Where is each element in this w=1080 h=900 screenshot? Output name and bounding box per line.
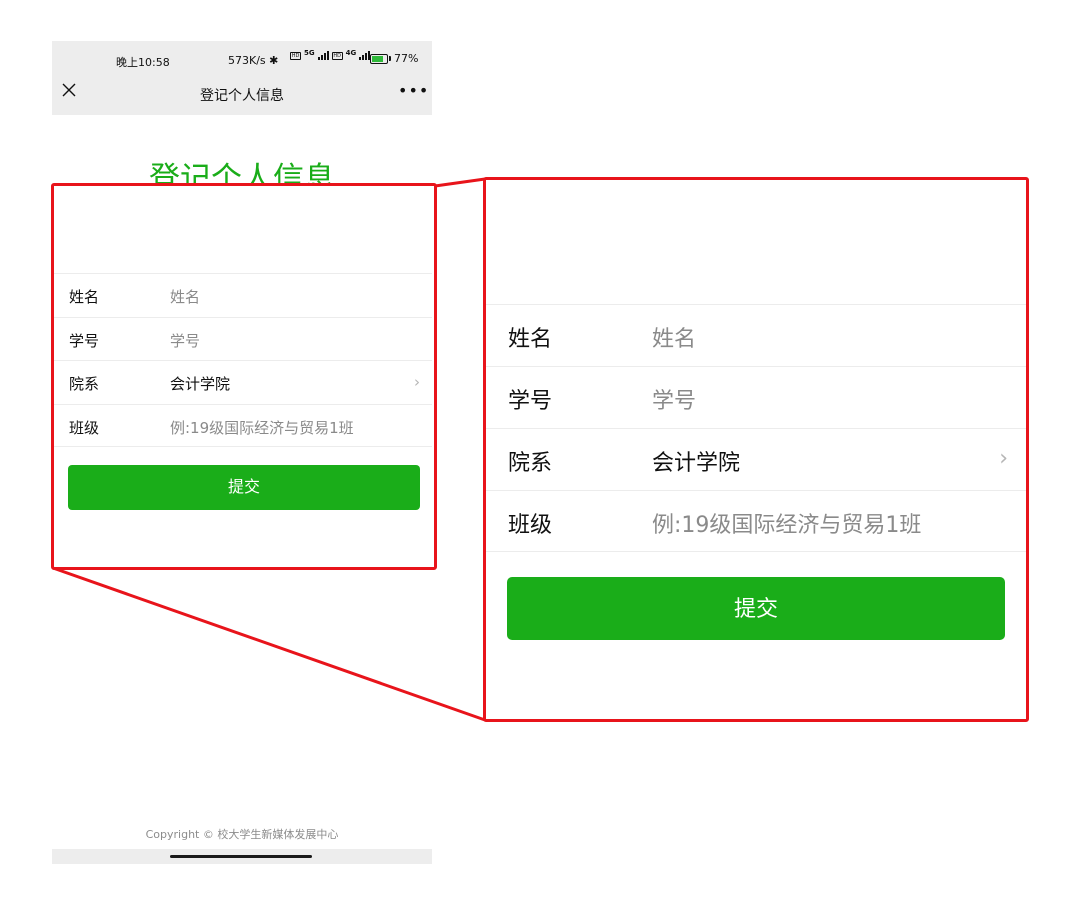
battery-nub xyxy=(389,56,391,61)
home-indicator[interactable] xyxy=(170,855,312,858)
zoomed-registration-form: 姓名 姓名 学号 学号 院系 会计学院 › 班级 例:19级国际经济与贸易1班 xyxy=(486,304,1026,552)
field-label: 姓名 xyxy=(508,327,553,352)
network-speed: 573K/s ✱ xyxy=(228,54,278,67)
zoomed-class-input[interactable]: 例:19级国际经济与贸易1班 xyxy=(652,507,921,539)
zoomed-student-id-input[interactable]: 学号 xyxy=(652,383,696,415)
zoomed-row-student-id[interactable]: 学号 学号 xyxy=(486,366,1026,428)
battery-percent: 77% xyxy=(394,52,419,65)
sim2-network-type: 4G xyxy=(345,48,357,57)
zoomed-row-class[interactable]: 班级 例:19级国际经济与贸易1班 xyxy=(486,490,1026,552)
battery-fill xyxy=(372,55,383,62)
battery-icon xyxy=(370,53,388,64)
field-label: 院系 xyxy=(508,451,553,476)
zoomed-form-panel: 姓名 姓名 学号 学号 院系 会计学院 › 班级 例:19级国际经济与贸易1班 … xyxy=(483,177,1029,722)
signal-indicators: HD 5G HD 4G xyxy=(290,48,371,60)
zoomed-row-name[interactable]: 姓名 姓名 xyxy=(486,304,1026,366)
network-speed-text: 573K/s xyxy=(228,54,266,67)
bluetooth-icon: ✱ xyxy=(265,54,279,67)
status-time: 晚上10:58 xyxy=(116,56,170,69)
zoomed-submit-button[interactable]: 提交 xyxy=(507,577,1005,640)
zoomed-row-department[interactable]: 院系 会计学院 › xyxy=(486,428,1026,490)
page-title: 登记个人信息 xyxy=(149,161,335,186)
field-label: 班级 xyxy=(508,513,553,538)
signal-bars-icon xyxy=(359,51,371,60)
chevron-right-icon[interactable]: › xyxy=(999,446,1008,471)
more-dots-icon[interactable]: ••• xyxy=(398,81,429,100)
highlight-box xyxy=(51,183,437,570)
battery-indicator: 77% xyxy=(370,52,418,65)
field-label: 学号 xyxy=(508,389,553,414)
zoomed-name-input[interactable]: 姓名 xyxy=(652,321,696,353)
home-indicator-bar xyxy=(52,849,432,864)
sim1-network-type: 5G xyxy=(304,48,315,57)
nav-bar: 登记个人信息 ••• xyxy=(52,71,432,115)
hd-icon: HD xyxy=(290,51,301,60)
hd-icon: HD xyxy=(331,51,343,60)
nav-title: 登记个人信息 xyxy=(200,88,284,104)
zoomed-department-select[interactable]: 会计学院 xyxy=(652,445,740,477)
status-bar: 晚上10:58 573K/s ✱ HD 5G HD 4G 77% xyxy=(52,41,432,71)
signal-bars-icon xyxy=(317,51,329,60)
copyright-text: Copyright © 校大学生新媒体发展中心 xyxy=(145,828,339,841)
